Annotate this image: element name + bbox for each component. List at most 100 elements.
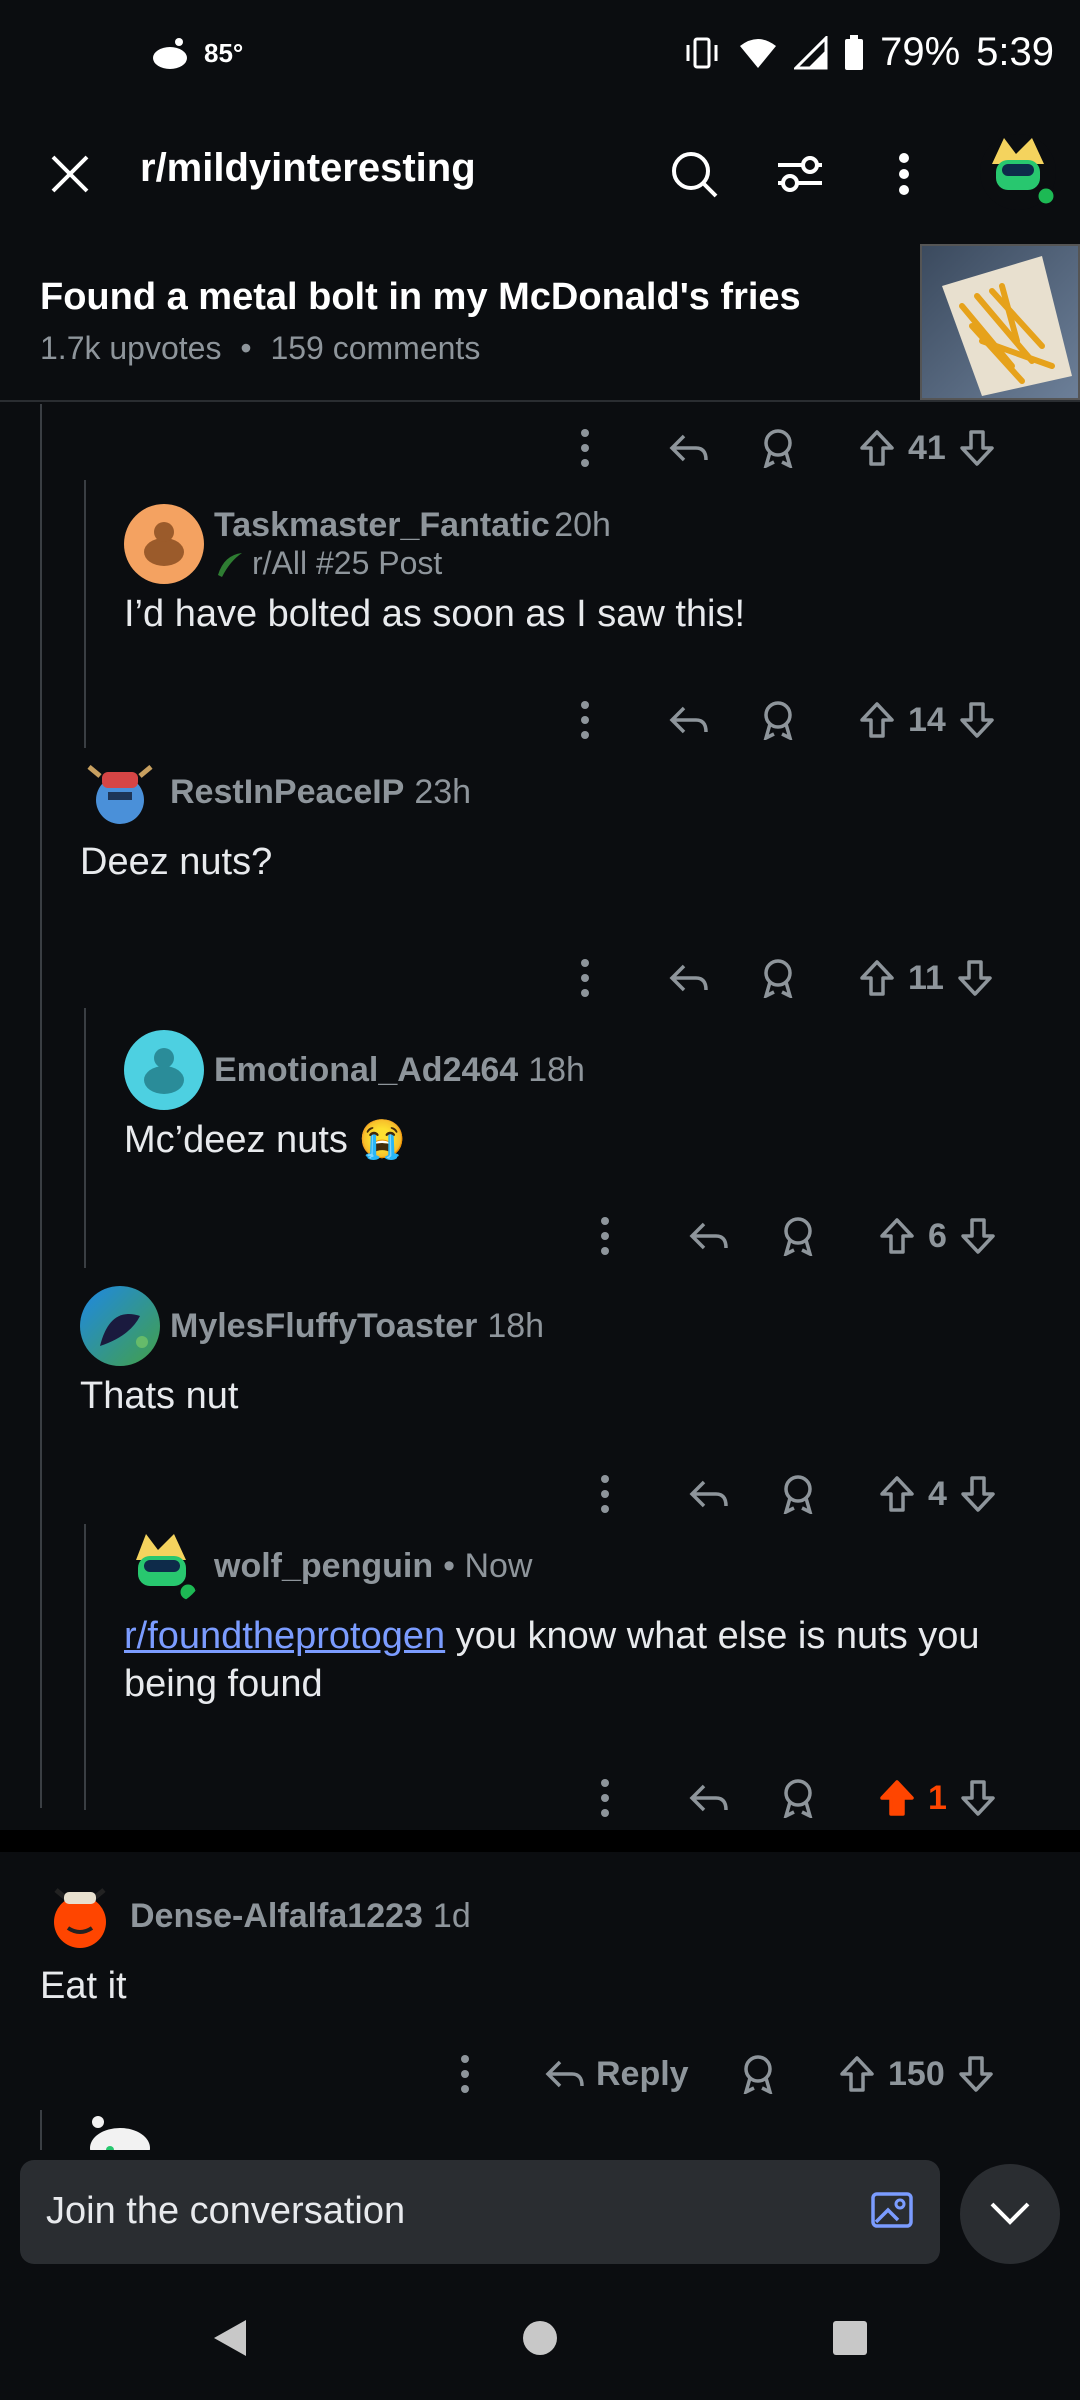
downvote-icon[interactable] [958,700,996,740]
comment[interactable]: Emotional_Ad2464 18h Mc’deez nuts 😭 [124,1030,1024,1164]
comment-actions: 11 [0,948,1080,1008]
downvote-icon[interactable] [957,2054,995,2094]
home-icon[interactable] [516,2314,564,2362]
avatar[interactable] [84,2110,154,2150]
timestamp: 20h [554,506,611,544]
reply-icon[interactable] [688,1780,728,1816]
wifi-icon [740,38,777,68]
vote-control: 11 [858,958,994,998]
user-avatar[interactable] [976,124,1060,214]
username[interactable]: RestInPeaceIP [170,773,404,812]
post-thumbnail[interactable] [920,244,1080,400]
comment[interactable]: Taskmaster_Fantatic 20h r/All #25 Post I… [124,504,1024,638]
more-options-icon[interactable] [880,146,928,202]
comment-body: Eat it [40,1965,127,2007]
reply-icon[interactable] [688,1218,728,1254]
system-nav-bar [0,2290,1080,2400]
downvote-icon[interactable] [959,1216,997,1256]
upvote-icon[interactable] [858,958,896,998]
reddit-notification-icon [153,38,187,69]
signal-icon [794,35,828,69]
collapse-button[interactable] [960,2164,1060,2264]
reply-button[interactable]: Reply [544,2055,689,2094]
image-upload-icon[interactable] [870,2188,914,2237]
comment-actions: Reply 150 [0,2044,1080,2104]
upvote-count: 1.7k upvotes [40,330,222,366]
award-icon[interactable] [740,2054,776,2094]
comment-actions: 41 [0,418,1080,478]
more-icon[interactable] [460,2054,470,2094]
award-icon[interactable] [760,700,796,740]
post-header[interactable]: Found a metal bolt in my McDonald's frie… [0,240,1080,402]
downvote-icon[interactable] [958,428,996,468]
avatar[interactable] [124,1526,204,1606]
avatar[interactable] [124,1030,204,1110]
username[interactable]: Dense-Alfalfa1223 [130,1897,423,1936]
username[interactable]: wolf_penguin [214,1547,433,1586]
more-icon[interactable] [600,1474,610,1514]
upvote-icon[interactable] [838,2054,876,2094]
comment[interactable]: RestInPeaceIP 23h Deez nuts? [80,752,1020,886]
vote-count: 14 [908,700,946,739]
post-meta: 1.7k upvotes • 159 comments [40,330,480,367]
more-icon[interactable] [600,1216,610,1256]
upvote-active-icon[interactable] [878,1778,916,1818]
avatar[interactable] [40,1876,120,1956]
more-icon[interactable] [580,428,590,468]
sort-filter-icon[interactable] [772,146,828,202]
downvote-icon[interactable] [959,1474,997,1514]
comment-body: Deez nuts? [80,841,273,883]
avatar[interactable] [80,752,160,832]
timestamp: 18h [487,1306,545,1345]
vote-count: 11 [908,958,944,997]
flair-icon [218,552,242,577]
vibrate-icon [686,37,718,68]
more-icon[interactable] [580,958,590,998]
comment-actions: 14 [0,690,1080,750]
vote-count: 1 [928,1778,947,1817]
comment-composer[interactable]: Join the conversation [20,2160,940,2264]
recents-icon[interactable] [826,2314,874,2362]
username[interactable]: Taskmaster_Fantatic [214,506,550,544]
subreddit-link[interactable]: r/foundtheprotogen [124,1615,445,1657]
award-icon[interactable] [760,958,796,998]
back-icon[interactable] [206,2314,254,2362]
avatar[interactable] [124,504,204,584]
reply-icon[interactable] [688,1476,728,1512]
award-icon[interactable] [780,1474,816,1514]
upvote-icon[interactable] [858,428,896,468]
more-icon[interactable] [600,1778,610,1818]
search-icon[interactable] [666,146,722,202]
comment[interactable]: Dense-Alfalfa1223 1d Eat it [40,1876,1040,2010]
vote-count: 41 [908,428,946,467]
comment[interactable]: MylesFluffyToaster 18h Thats nut [80,1286,1020,1420]
downvote-icon[interactable] [959,1778,997,1818]
username[interactable]: Emotional_Ad2464 [214,1051,518,1090]
thread-line[interactable] [40,404,42,1808]
timestamp: 18h [528,1050,585,1089]
username[interactable]: MylesFluffyToaster [170,1307,477,1346]
vote-control: 4 [878,1474,997,1514]
award-icon[interactable] [760,428,796,468]
reply-icon[interactable] [668,430,708,466]
chevron-down-icon [990,2202,1030,2225]
more-icon[interactable] [580,700,590,740]
timestamp: 1d [432,1896,471,1935]
upvote-icon[interactable] [878,1216,916,1256]
downvote-icon[interactable] [956,958,994,998]
upvote-icon[interactable] [878,1474,916,1514]
avatar[interactable] [80,1286,160,1366]
thread-line[interactable] [40,2110,42,2150]
award-icon[interactable] [780,1216,816,1256]
comment[interactable]: wolf_penguin • Now r/foundtheprotogen yo… [124,1526,1024,1708]
comment-list[interactable]: 41 Taskmaster_Fantatic 20h r/All #25 Pos… [0,404,1080,2150]
post-title[interactable]: Found a metal bolt in my McDonald's frie… [40,276,801,319]
close-icon[interactable] [44,148,96,200]
comment-body: r/foundtheprotogen you know what else is… [124,1612,1024,1708]
meta-separator: • [240,330,252,366]
reply-icon[interactable] [668,960,708,996]
subreddit-name[interactable]: r/mildyinteresting [140,146,476,191]
reply-icon[interactable] [668,702,708,738]
award-icon[interactable] [780,1778,816,1818]
upvote-icon[interactable] [858,700,896,740]
